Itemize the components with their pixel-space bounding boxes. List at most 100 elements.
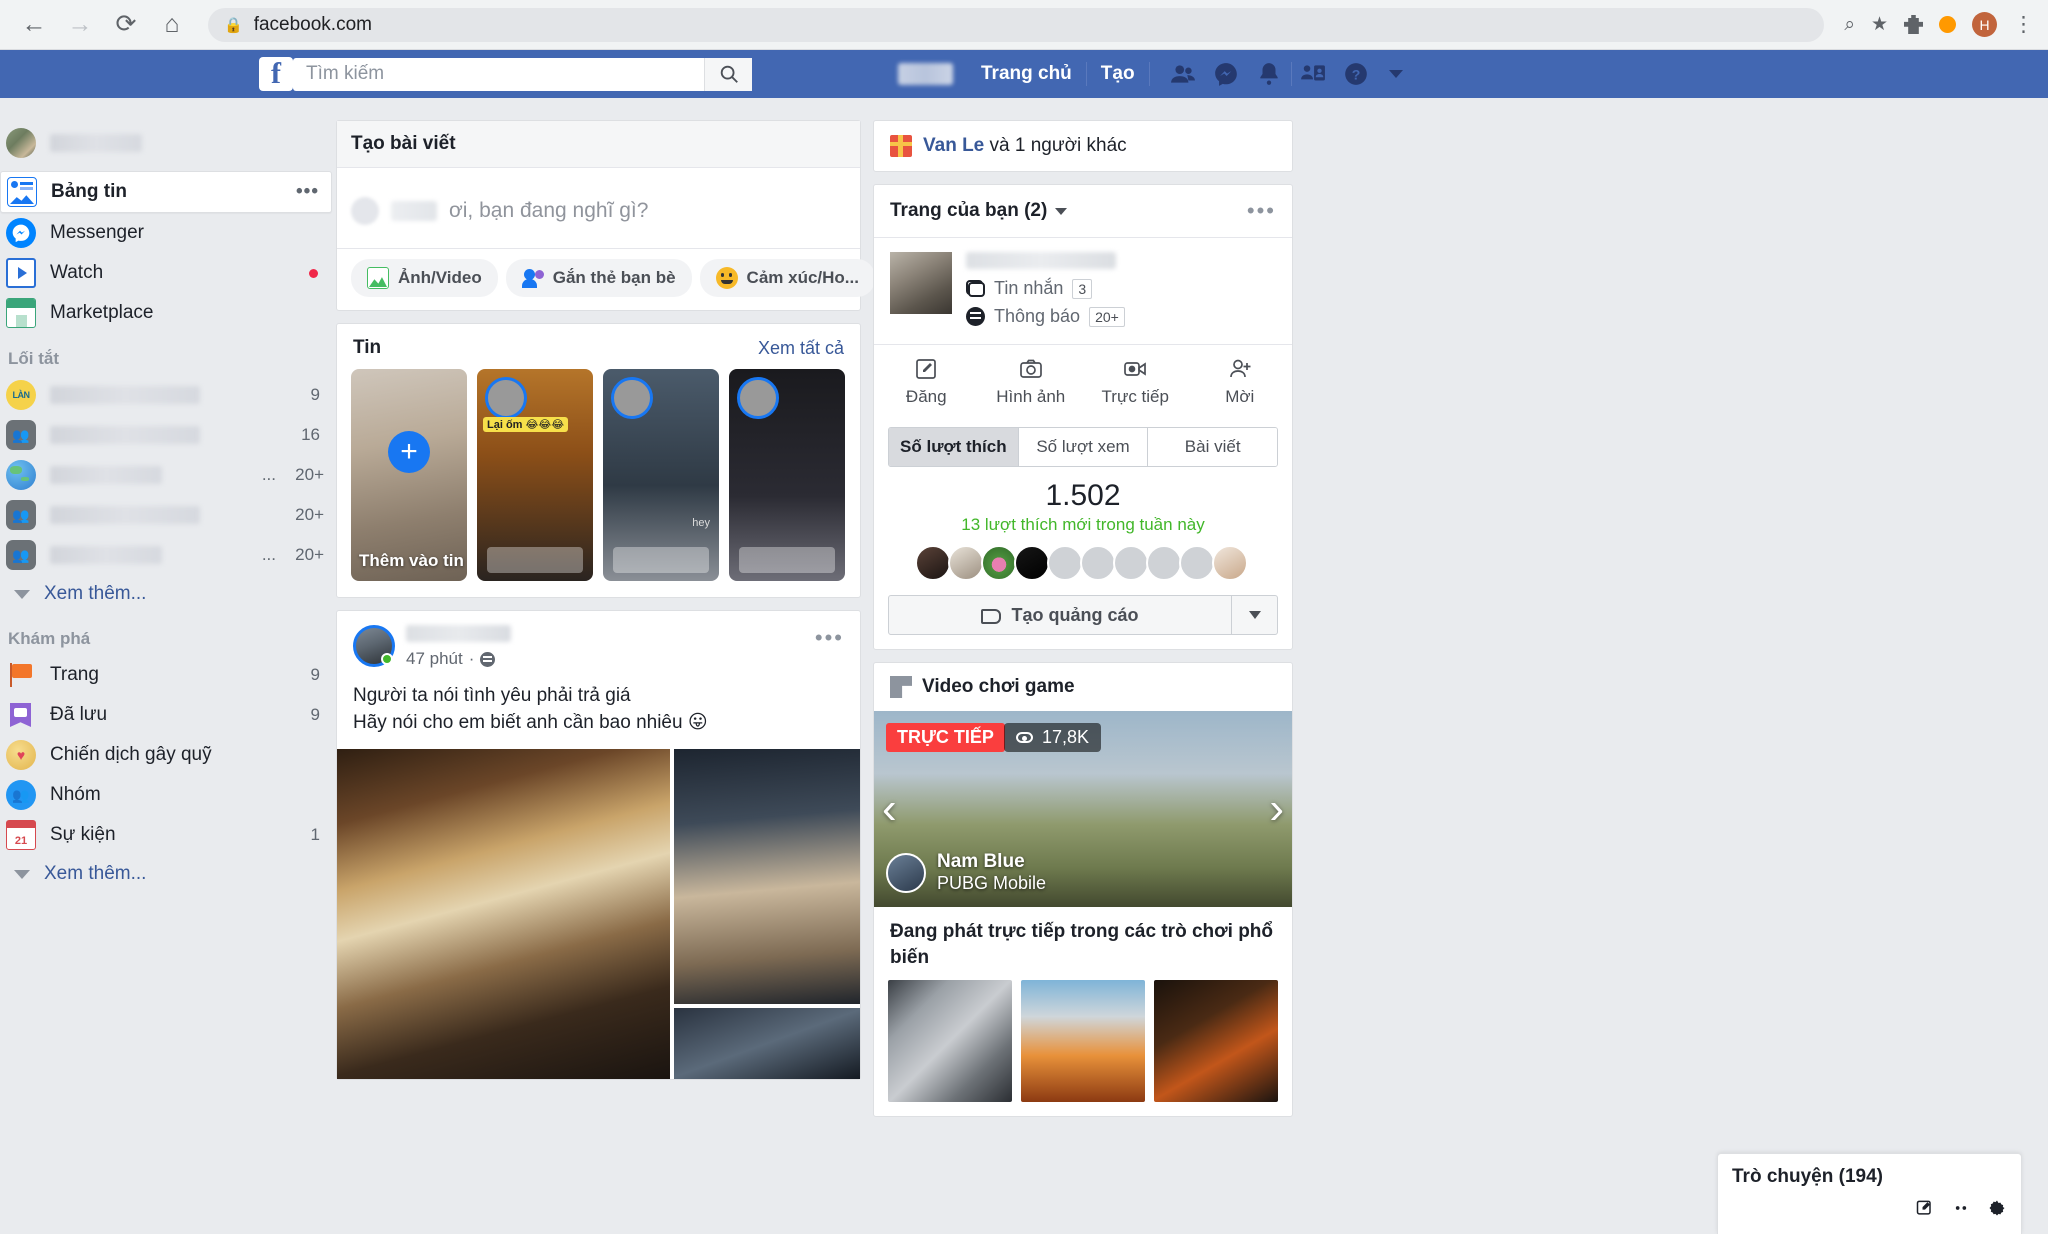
back-arrow-icon[interactable]: ← xyxy=(14,5,54,45)
tab-posts[interactable]: Bài viết xyxy=(1148,428,1277,466)
forward-arrow-icon[interactable]: → xyxy=(60,5,100,45)
help-icon[interactable]: ? xyxy=(1335,55,1378,93)
sidebar-shortcut[interactable]: 👥 20+ xyxy=(0,495,332,535)
account-help-icon[interactable] xyxy=(1292,55,1335,93)
nav-create[interactable]: Tạo xyxy=(1087,63,1149,85)
zoom-search-icon[interactable]: ⌕ xyxy=(1844,14,1855,36)
page-thumbnail[interactable] xyxy=(890,252,952,314)
sidebar-item-marketplace[interactable]: Marketplace xyxy=(0,293,332,333)
friend-requests-icon[interactable] xyxy=(1162,55,1205,93)
page-name[interactable] xyxy=(966,252,1116,269)
sidebar-item-newsfeed[interactable]: Bảng tin ••• xyxy=(0,171,332,213)
create-ad-dropdown[interactable] xyxy=(1231,596,1277,634)
chat-settings-icon[interactable] xyxy=(1987,1198,2007,1224)
page-action-photo[interactable]: Hình ảnh xyxy=(979,357,1084,407)
tag-friends-button[interactable]: Gắn thẻ bạn bè xyxy=(505,259,692,297)
sidebar-item-saved[interactable]: Đã lưu 9 xyxy=(0,695,332,735)
facebook-logo[interactable]: f xyxy=(259,57,293,91)
streamer-info[interactable]: Nam Blue PUBG Mobile xyxy=(886,851,1046,895)
shortcut-count: 16 xyxy=(301,425,320,444)
home-icon[interactable]: ⌂ xyxy=(152,5,192,45)
facebook-header: f Trang chủ Tạo xyxy=(0,50,2048,98)
bookmark-star-icon[interactable]: ★ xyxy=(1871,13,1888,36)
page-action-live[interactable]: Trực tiếp xyxy=(1083,357,1188,407)
lock-icon: 🔒 xyxy=(224,16,243,34)
newsfeed-options-icon[interactable]: ••• xyxy=(296,181,319,203)
avatar[interactable]: H xyxy=(1972,12,1997,37)
page-action-invite[interactable]: Mời xyxy=(1188,357,1293,407)
page-action-post[interactable]: Đăng xyxy=(874,357,979,407)
view-count: 17,8K xyxy=(1042,727,1090,747)
extension-badge-icon[interactable] xyxy=(1939,16,1956,33)
reload-icon[interactable]: ⟳ xyxy=(106,5,146,45)
post-menu-icon[interactable]: ••• xyxy=(815,625,844,651)
stories-see-all[interactable]: Xem tất cả xyxy=(758,338,844,359)
chevron-down-icon[interactable] xyxy=(1055,207,1068,215)
chat-bar[interactable]: Trò chuyện (194) xyxy=(1717,1153,2022,1234)
browser-menu-icon[interactable]: ⋮ xyxy=(2013,12,2034,37)
shortcut-count: 20+ xyxy=(295,505,324,524)
avatar[interactable] xyxy=(353,625,395,667)
page-messages-row[interactable]: Tin nhắn 3 xyxy=(966,278,1125,299)
messenger-icon xyxy=(6,218,36,248)
feeling-activity-button[interactable]: Cảm xúc/Ho... xyxy=(699,259,875,297)
game-thumbnail-pubg[interactable] xyxy=(1021,980,1145,1103)
see-more-label[interactable]: Xem thêm... xyxy=(44,583,146,605)
see-more-label[interactable]: Xem thêm... xyxy=(44,863,146,885)
story-item[interactable]: hey xyxy=(603,369,719,581)
birthday-card[interactable]: Van Le và 1 người khác xyxy=(873,120,1293,172)
account-menu-caret[interactable] xyxy=(1378,55,1414,93)
story-item[interactable] xyxy=(729,369,845,581)
public-globe-icon[interactable] xyxy=(480,651,496,667)
chevron-right-icon[interactable]: › xyxy=(1269,787,1284,831)
search-input[interactable] xyxy=(293,57,704,91)
post-photo[interactable] xyxy=(674,748,860,1004)
tab-views[interactable]: Số lượt xem xyxy=(1018,428,1149,466)
sidebar-item-groups[interactable]: 👥 Nhóm xyxy=(0,775,332,815)
sidebar-item-label: Trang xyxy=(50,664,99,685)
post-author-name[interactable] xyxy=(406,625,511,642)
story-item[interactable]: Lại ốm 😂😂😂 xyxy=(477,369,593,581)
address-bar[interactable]: 🔒 facebook.com xyxy=(208,7,1825,42)
page-body: Bảng tin ••• Messenger Watch Marketplace… xyxy=(0,98,2048,1129)
sidebar-item-profile[interactable] xyxy=(0,120,332,165)
see-more-shortcuts[interactable]: Xem thêm... xyxy=(0,575,332,613)
sidebar-shortcut[interactable]: 👥 16 xyxy=(0,415,332,455)
see-more-explore[interactable]: Xem thêm... xyxy=(0,855,332,893)
sidebar-item-messenger[interactable]: Messenger xyxy=(0,213,332,253)
avatar xyxy=(1080,545,1116,581)
composer-input-row[interactable]: ơi, bạn đang nghĩ gì? xyxy=(337,168,860,240)
game-thumbnail-gta[interactable] xyxy=(888,980,1012,1103)
sidebar-shortcut[interactable]: ... 20+ xyxy=(0,455,332,495)
live-stream-thumbnail[interactable]: TRỰC TIẾP 17,8K ‹ › Nam Blue PUBG Mobile xyxy=(874,711,1292,907)
panel-menu-icon[interactable]: ••• xyxy=(1247,198,1276,224)
post-photo[interactable] xyxy=(337,748,670,1079)
sidebar-item-pages[interactable]: Trang 9 xyxy=(0,655,332,695)
sidebar-item-events[interactable]: 21 Sự kiện 1 xyxy=(0,815,332,855)
tab-likes[interactable]: Số lượt thích xyxy=(889,428,1019,466)
compose-chat-icon[interactable] xyxy=(1915,1198,1935,1224)
nav-home[interactable]: Trang chủ xyxy=(967,63,1086,85)
dot-separator: · xyxy=(468,649,475,668)
puzzle-extensions-icon[interactable] xyxy=(1904,15,1923,34)
sidebar-shortcut[interactable]: LÀN 9 xyxy=(0,375,332,415)
main-feed: Tạo bài viết ơi, bạn đang nghĩ gì? Ảnh/V… xyxy=(336,98,939,1092)
page-notifications-label: Thông báo xyxy=(994,306,1081,326)
page-notifications-row[interactable]: Thông báo 20+ xyxy=(966,306,1125,327)
search-bar[interactable] xyxy=(293,57,752,91)
photo-video-button[interactable]: Ảnh/Video xyxy=(351,259,498,297)
header-profile-name[interactable] xyxy=(898,63,953,85)
game-thumbnail-dbd[interactable] xyxy=(1154,980,1278,1103)
birthday-person-name[interactable]: Van Le xyxy=(923,135,984,156)
notifications-icon[interactable] xyxy=(1248,55,1291,93)
messenger-icon[interactable] xyxy=(1205,55,1248,93)
chat-options-icon[interactable] xyxy=(1951,1198,1971,1224)
sidebar-item-fundraiser[interactable]: ♥ Chiến dịch gây quỹ xyxy=(0,735,332,775)
sidebar-item-watch[interactable]: Watch xyxy=(0,253,332,293)
chevron-left-icon[interactable]: ‹ xyxy=(882,787,897,831)
sidebar-shortcut[interactable]: 👥 ... 20+ xyxy=(0,535,332,575)
search-icon[interactable] xyxy=(704,57,752,91)
story-add-to-story[interactable]: + Thêm vào tin xyxy=(351,369,467,581)
create-ad-button[interactable]: Tạo quảng cáo xyxy=(888,595,1278,635)
post-photo[interactable] xyxy=(674,1007,860,1079)
